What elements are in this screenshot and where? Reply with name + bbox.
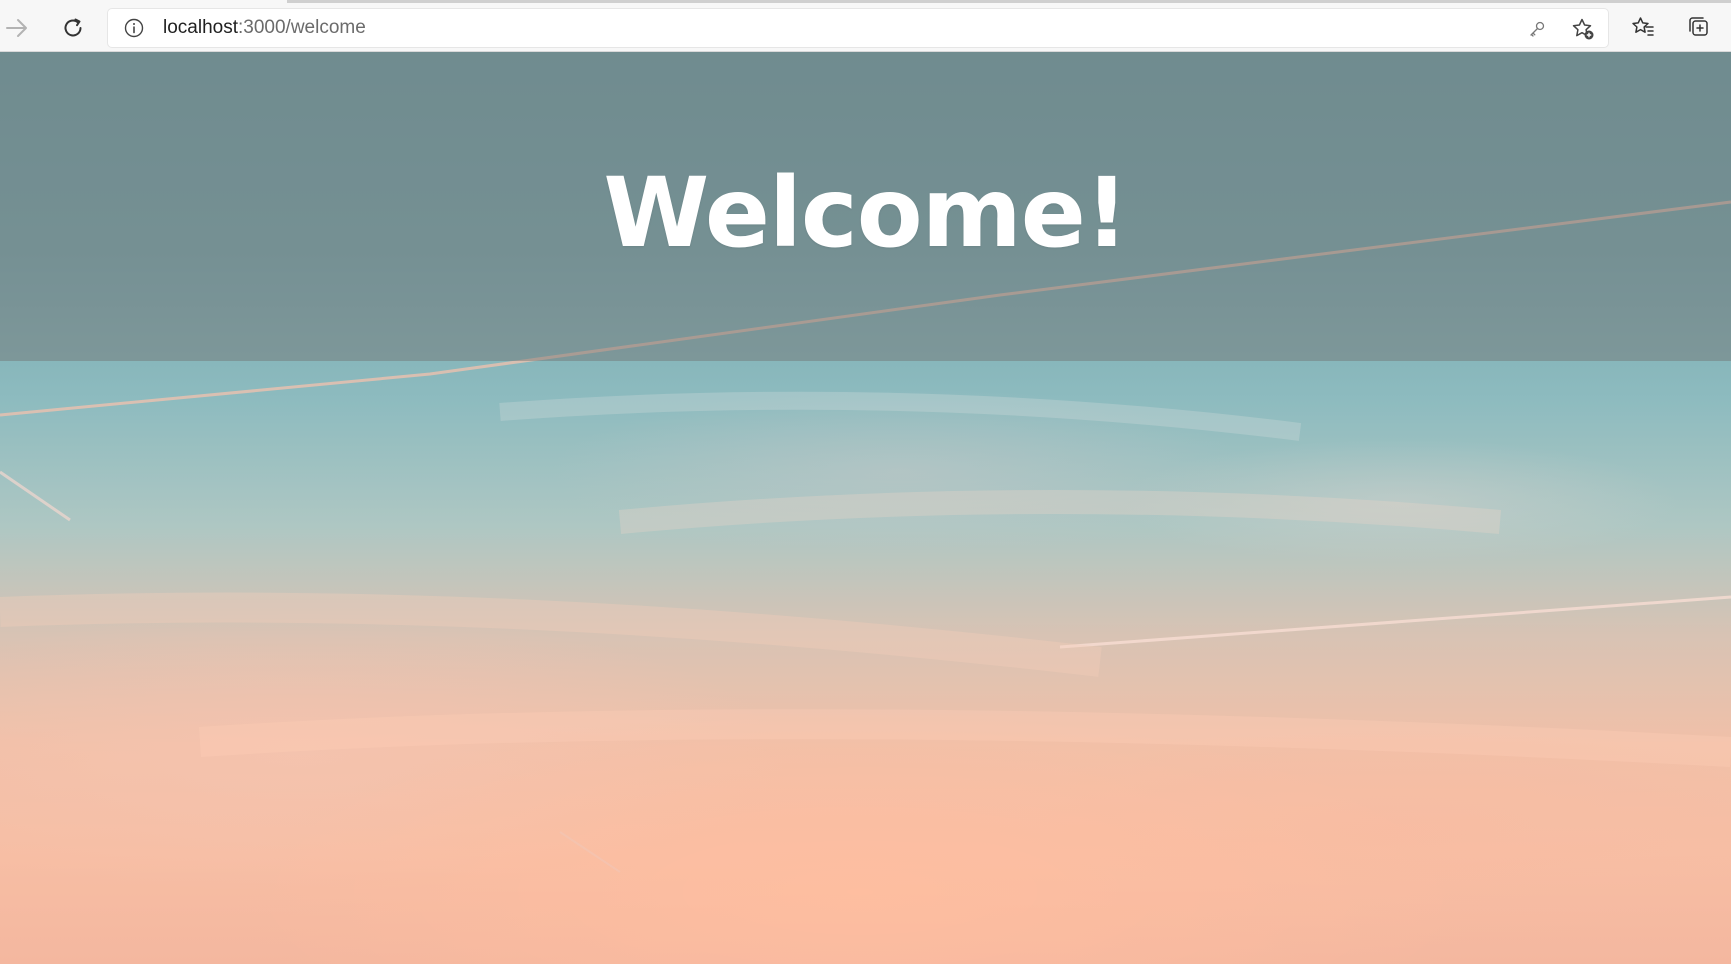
key-icon[interactable] <box>1525 17 1549 41</box>
star-add-icon[interactable] <box>1571 17 1595 41</box>
favorites-icon[interactable] <box>1628 12 1658 42</box>
welcome-banner: Welcome! <box>0 52 1731 361</box>
url-text[interactable]: localhost:3000/welcome <box>163 17 366 39</box>
refresh-button[interactable] <box>56 11 90 45</box>
forward-arrow-icon <box>4 17 30 39</box>
info-icon[interactable] <box>124 18 144 38</box>
forward-button[interactable] <box>0 11 34 45</box>
url-host: localhost <box>163 17 238 38</box>
welcome-heading: Welcome! <box>603 156 1128 269</box>
url-path: :3000/welcome <box>238 17 366 38</box>
welcome-page: Welcome! <box>0 52 1731 964</box>
address-bar[interactable]: localhost:3000/welcome <box>108 9 1608 47</box>
collections-icon[interactable] <box>1683 12 1713 42</box>
loading-indicator <box>287 0 1731 3</box>
refresh-icon <box>61 16 85 40</box>
browser-toolbar: localhost:3000/welcome <box>0 0 1731 52</box>
